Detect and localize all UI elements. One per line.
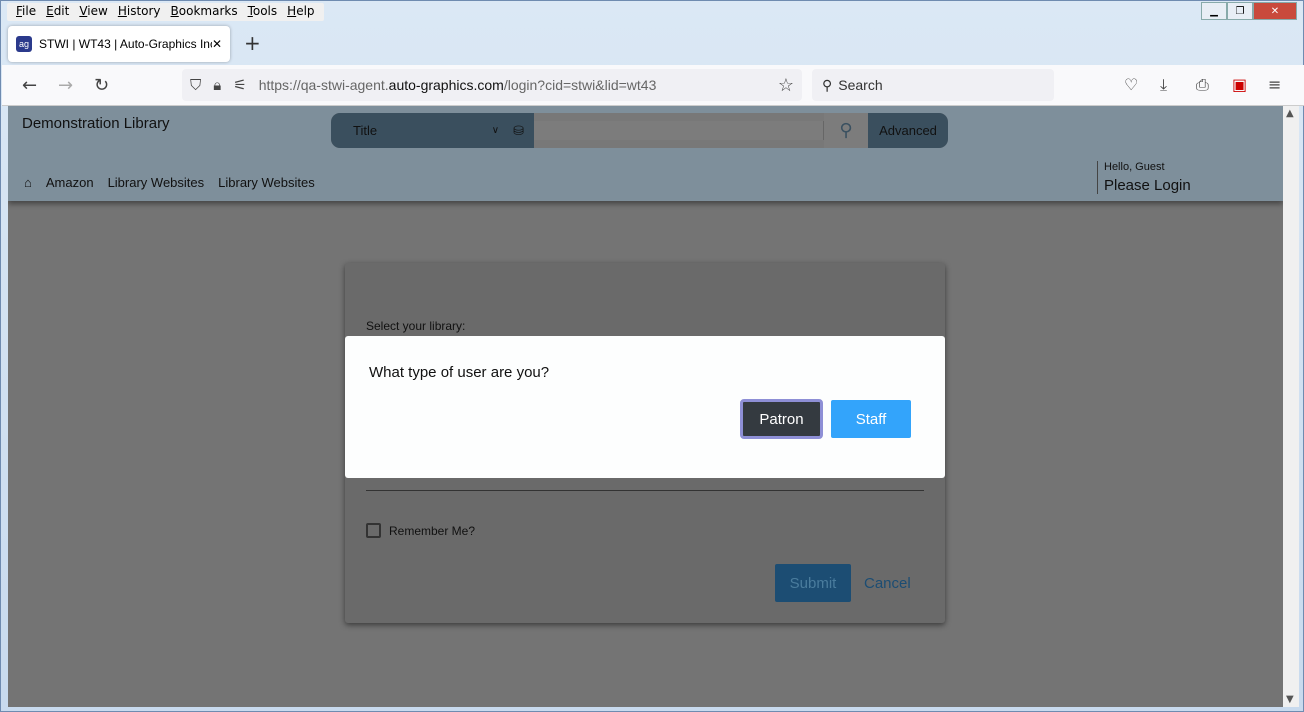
menu-bar: File Edit View History Bookmarks Tools H… — [7, 3, 324, 21]
staff-button[interactable]: Staff — [831, 400, 911, 438]
menu-help[interactable]: Help — [282, 3, 319, 21]
nav-link-amazon[interactable]: Amazon — [46, 175, 94, 190]
vertical-scrollbar[interactable]: ▲ ▼ — [1283, 106, 1299, 707]
library-name: Demonstration Library — [22, 115, 170, 132]
lock-icon[interactable]: 🔒︎ — [213, 77, 221, 94]
remember-label: Remember Me? — [389, 523, 476, 538]
favicon-icon: ag — [16, 36, 32, 52]
print-icon[interactable]: ⎙ — [1196, 75, 1209, 95]
nav-toolbar: ← → ↻ ⛉ 🔒︎ ⚟ https://qa-stwi-agent. auto-… — [2, 65, 1304, 106]
menu-edit[interactable]: Edit — [41, 3, 74, 21]
user-type-dialog: What type of user are you? Patron Staff — [345, 336, 945, 478]
minimize-button[interactable]: ▁ — [1201, 2, 1227, 20]
forward-icon[interactable]: → — [58, 75, 73, 96]
menu-tools[interactable]: Tools — [243, 3, 283, 21]
site-header: Demonstration Library Title ∨ ⛁ ⚲ Advanc… — [8, 106, 1283, 201]
search-icon: ⚲ — [822, 76, 833, 93]
patron-button[interactable]: Patron — [740, 399, 823, 439]
browser-window: File Edit View History Bookmarks Tools H… — [0, 0, 1304, 712]
cancel-link[interactable]: Cancel — [864, 575, 911, 592]
search-type-value: Title — [353, 123, 378, 138]
maximize-button[interactable]: ❐ — [1227, 2, 1253, 20]
remember-me[interactable]: Remember Me? — [366, 523, 475, 538]
page-content: Demonstration Library Title ∨ ⛁ ⚲ Advanc… — [8, 106, 1283, 707]
url-domain: auto-graphics.com — [388, 77, 504, 93]
nav-link-library-websites[interactable]: Library Websites — [108, 175, 205, 190]
tab-strip: ag STWI | WT43 | Auto-Graphics Inc ✕ + — [1, 23, 1303, 65]
advanced-search-button[interactable]: Advanced — [868, 113, 948, 148]
scroll-up-icon[interactable]: ▲ — [1286, 108, 1294, 119]
new-tab-button[interactable]: + — [244, 31, 261, 55]
bookmark-star-icon[interactable]: ☆ — [778, 75, 794, 96]
back-icon[interactable]: ← — [22, 75, 37, 96]
shield-icon[interactable]: ⛉ — [190, 77, 201, 94]
scroll-down-icon[interactable]: ▼ — [1286, 694, 1294, 705]
search-placeholder: Search — [838, 77, 883, 93]
remember-checkbox[interactable] — [366, 523, 381, 538]
login-link[interactable]: Please Login — [1104, 177, 1191, 194]
url-path: /login?cid=stwi&lid=wt43 — [503, 77, 657, 93]
close-tab-icon[interactable]: ✕ — [212, 37, 222, 51]
menu-file[interactable]: File — [11, 3, 41, 21]
site-nav: ⌂ Amazon Library Websites Library Websit… — [24, 175, 315, 190]
menu-view[interactable]: View — [74, 3, 112, 21]
menu-history[interactable]: History — [113, 3, 166, 21]
database-icon[interactable]: ⛁ — [513, 123, 524, 139]
greeting: Hello, Guest — [1104, 161, 1165, 173]
window-controls: ▁ ❐ ✕ — [1201, 2, 1297, 20]
home-icon[interactable]: ⌂ — [24, 175, 32, 190]
permissions-icon[interactable]: ⚟ — [233, 76, 246, 94]
tab-active[interactable]: ag STWI | WT43 | Auto-Graphics Inc ✕ — [8, 26, 230, 62]
search-button[interactable]: ⚲ — [824, 113, 868, 148]
reload-icon[interactable]: ↻ — [94, 75, 109, 96]
download-icon[interactable]: ⤓ — [1160, 75, 1167, 95]
close-window-button[interactable]: ✕ — [1253, 2, 1297, 20]
catalog-search-bar: Title ∨ ⛁ ⚲ Advanced — [331, 113, 948, 148]
search-icon: ⚲ — [839, 120, 853, 141]
catalog-search-input[interactable] — [534, 121, 824, 140]
submit-button[interactable]: Submit — [775, 564, 851, 602]
url-prefix: https://qa-stwi-agent. — [258, 77, 389, 93]
search-type-select[interactable]: Title ∨ ⛁ — [331, 113, 534, 148]
tab-title: STWI | WT43 | Auto-Graphics Inc — [39, 37, 212, 51]
url-bar[interactable]: ⛉ 🔒︎ ⚟ https://qa-stwi-agent. auto-graphi… — [182, 69, 802, 101]
user-panel: Hello, Guest Please Login — [1097, 161, 1191, 194]
select-library-label: Select your library: — [366, 319, 466, 333]
extension-icon[interactable]: ▣ — [1232, 75, 1247, 94]
menu-bookmarks[interactable]: Bookmarks — [166, 3, 243, 21]
dialog-question: What type of user are you? — [369, 364, 550, 381]
chevron-down-icon: ∨ — [491, 125, 500, 136]
nav-link-library-websites-2[interactable]: Library Websites — [218, 175, 315, 190]
pocket-icon[interactable]: ♡ — [1124, 75, 1138, 94]
hamburger-menu-icon[interactable]: ≡ — [1268, 75, 1281, 94]
browser-search-input[interactable]: ⚲ Search — [812, 69, 1054, 101]
